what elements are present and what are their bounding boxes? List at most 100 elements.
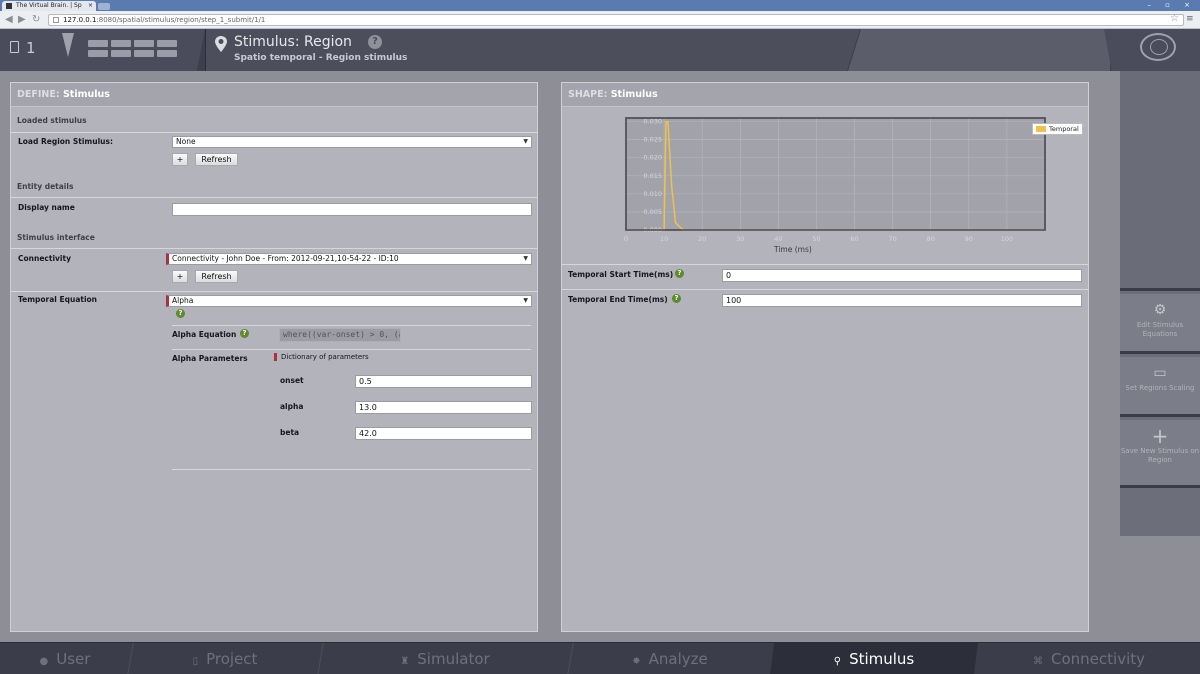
add-connectivity-button[interactable]: +	[172, 270, 188, 283]
monitor-icon: ▭	[1153, 365, 1167, 381]
edit-equations-action[interactable]: ⚙ Edit Stimulus Equations	[1120, 294, 1200, 354]
param-onset-label: onset	[280, 376, 304, 385]
temporal-end-label: Temporal End Time(ms)	[568, 295, 668, 304]
param-beta-input[interactable]: 42.0	[355, 427, 532, 440]
save-stimulus-label: Save New Stimulus on Region	[1120, 447, 1200, 464]
temporal-equation-label: Temporal Equation	[18, 295, 98, 304]
divider	[11, 132, 537, 133]
connectivity-select[interactable]: Connectivity - John Doe - From: 2012-09-…	[166, 253, 532, 265]
sidebar-bottom	[1120, 490, 1200, 536]
divider	[11, 291, 537, 292]
user-icon: ●	[39, 656, 49, 667]
document-icon: ▯	[192, 656, 199, 667]
x-tick-label: 50	[812, 235, 820, 243]
set-scaling-action[interactable]: ▭ Set Regions Scaling	[1120, 357, 1200, 417]
display-name-input[interactable]	[172, 203, 532, 216]
nav-simulator[interactable]: ♜ Simulator	[320, 643, 570, 674]
add-stimulus-button[interactable]: +	[172, 153, 188, 166]
header-right-box	[848, 29, 1110, 71]
page-icon	[53, 17, 59, 23]
location-pin-icon	[215, 36, 227, 52]
temporal-start-input[interactable]: 0	[722, 269, 1082, 282]
alpha-equation-label: Alpha Equation	[172, 330, 237, 339]
edit-equations-label: Edit Stimulus Equations	[1136, 321, 1184, 338]
y-tick-label: 0.005	[643, 208, 662, 216]
nav-connectivity-label: Connectivity	[1051, 650, 1145, 668]
load-region-stimulus-label: Load Region Stimulus:	[18, 137, 113, 146]
alpha-equation-display: where((var-onset) > 0, (alph	[279, 328, 401, 342]
divider	[11, 248, 537, 249]
nav-connectivity[interactable]: ⌘ Connectivity	[978, 643, 1200, 674]
display-name-label: Display name	[18, 203, 75, 212]
y-tick-label: 0.015	[643, 172, 662, 180]
address-bar[interactable]: 127.0.0.1:8080/spatial/stimulus/region/s…	[48, 14, 1184, 26]
nav-stimulus[interactable]: ⚲ Stimulus	[770, 643, 978, 674]
document-icon	[10, 41, 19, 53]
connectivity-icon: ⌘	[1033, 656, 1043, 667]
help-icon[interactable]: ?	[368, 35, 382, 49]
dropdown-arrow-icon: ▼	[523, 255, 528, 262]
param-alpha-label: alpha	[280, 402, 304, 411]
divider	[172, 469, 531, 470]
param-onset-input[interactable]: 0.5	[355, 375, 532, 388]
browser-tabstrip: The Virtual Brain. | Sp × – ▫ ×	[0, 0, 1200, 11]
dropdown-arrow-icon: ▼	[523, 297, 528, 304]
connectivity-value: Connectivity - John Doe - From: 2012-09-…	[172, 254, 399, 263]
temporal-help-icon[interactable]: ?	[176, 309, 185, 318]
alpha-equation-help-icon[interactable]: ?	[240, 329, 249, 338]
define-panel: DEFINE: Stimulus Loaded stimulus Load Re…	[10, 82, 538, 632]
reload-icon[interactable]: ↻	[32, 14, 40, 26]
x-tick-label: 0	[624, 235, 628, 243]
entity-details-section: Entity details	[17, 182, 74, 191]
dropdown-arrow-icon: ▼	[523, 138, 528, 145]
nav-user[interactable]: ● User	[0, 643, 130, 674]
end-help-icon[interactable]: ?	[672, 294, 681, 303]
forward-icon[interactable]: ▶	[18, 14, 26, 26]
temporal-chart: 0 10 20 30 40 50 60 70 80 90 1000.0000.0050.0100.0…	[624, 117, 1046, 243]
project-number: 1	[26, 39, 36, 57]
refresh-stimulus-button[interactable]: Refresh	[195, 153, 238, 166]
chart-legend[interactable]: Temporal	[1032, 123, 1083, 135]
temporal-end-input[interactable]: 100	[722, 294, 1082, 307]
menu-triangle-icon[interactable]	[62, 33, 74, 57]
shape-panel: SHAPE: Stimulus 0 10 20 30 40 50 60 70 80 90 100 0.…	[561, 82, 1089, 632]
gear-icon: ⚙	[1153, 302, 1167, 318]
x-tick-label: 70	[888, 235, 896, 243]
load-region-stimulus-select[interactable]: None ▼	[172, 136, 532, 148]
x-tick-label: 90	[965, 235, 973, 243]
nav-user-label: User	[56, 650, 91, 668]
y-tick-label: 0.025	[643, 136, 662, 144]
close-tab-icon[interactable]: ×	[88, 1, 93, 11]
wrench-icon[interactable]: ≡	[1186, 14, 1194, 24]
stimulus-interface-section: Stimulus interface	[17, 233, 95, 242]
temporal-equation-select[interactable]: Alpha ▼	[166, 295, 532, 307]
shape-panel-header: SHAPE: Stimulus	[562, 83, 1088, 107]
plot-area	[625, 117, 1046, 231]
refresh-connectivity-button[interactable]: Refresh	[195, 270, 238, 283]
nav-project[interactable]: ▯ Project	[130, 643, 320, 674]
x-axis-label: Time (ms)	[774, 245, 812, 254]
bookmark-star-icon[interactable]: ☆	[1170, 13, 1179, 24]
footer-nav: ● User ▯ Project ♜ Simulator ✸ Analyze ⚲ Stim…	[0, 642, 1200, 674]
param-alpha-input[interactable]: 13.0	[355, 401, 532, 414]
shape-prefix: SHAPE:	[568, 89, 611, 100]
alpha-parameters-label: Alpha Parameters	[172, 354, 248, 363]
back-icon[interactable]: ◀	[5, 14, 13, 26]
location-pin-icon: ⚲	[833, 656, 842, 667]
nav-analyze-label: Analyze	[648, 650, 708, 668]
shape-title: Stimulus	[610, 89, 658, 100]
load-region-stimulus-value: None	[176, 137, 196, 146]
nav-analyze[interactable]: ✸ Analyze	[570, 643, 770, 674]
window-controls[interactable]: – ▫ ×	[1147, 0, 1196, 10]
browser-tab-title: The Virtual Brain. | Sp	[16, 2, 82, 9]
loaded-stimulus-section: Loaded stimulus	[17, 116, 87, 125]
start-help-icon[interactable]: ?	[675, 269, 684, 278]
browser-tab[interactable]: The Virtual Brain. | Sp ×	[2, 1, 96, 11]
save-stimulus-action[interactable]: + Save New Stimulus on Region	[1120, 420, 1200, 488]
new-tab-button[interactable]	[98, 3, 110, 10]
legend-swatch	[1036, 126, 1046, 132]
connectivity-label: Connectivity	[18, 254, 71, 263]
temporal-equation-value: Alpha	[172, 296, 194, 305]
nav-project-label: Project	[206, 650, 258, 668]
x-tick-label: 10	[660, 235, 668, 243]
